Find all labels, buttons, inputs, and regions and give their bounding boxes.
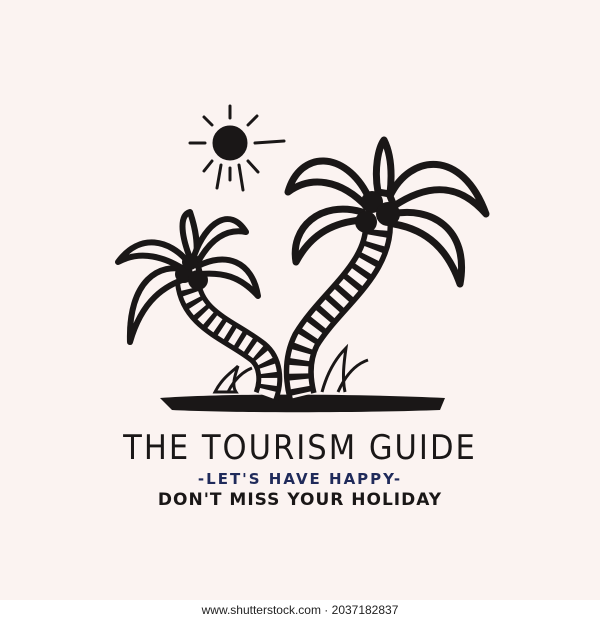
stock-watermark: www.shutterstock.com · 2037182837 [0,600,600,620]
poster-canvas: THE TOURISM GUIDE -LET'S HAVE HAPPY- DON… [0,0,600,600]
palm-tree-icon [283,136,490,400]
logo-tagline: -LET'S HAVE HAPPY- [197,470,403,488]
palm-tree-icon [115,209,283,401]
logo-subline: DON'T MISS YOUR HOLIDAY [157,490,443,510]
logo-title: THE TOURISM GUIDE [123,428,477,468]
palm-island-illustration [115,104,490,413]
sun-icon [188,104,286,192]
